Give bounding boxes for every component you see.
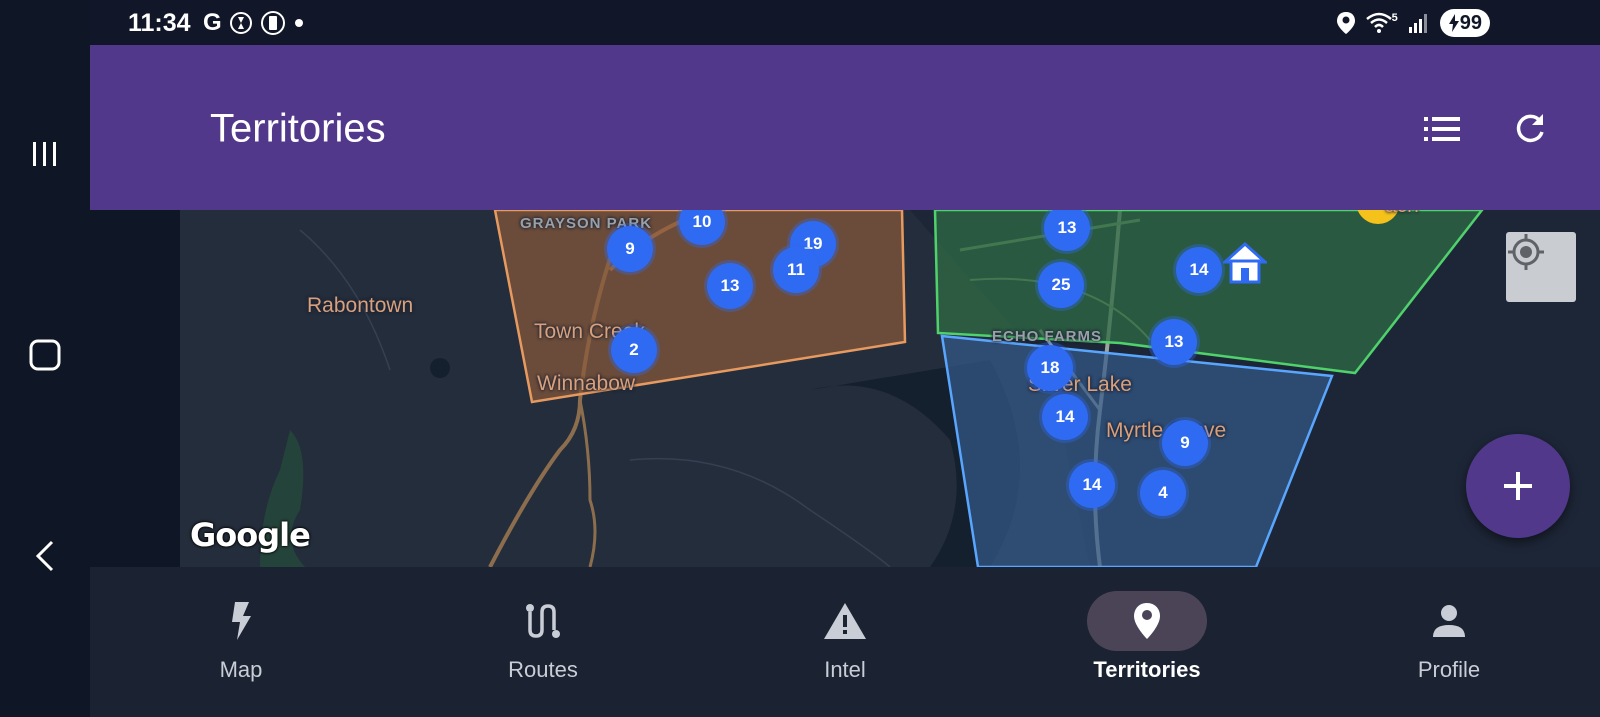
bolt-icon (232, 602, 251, 640)
battery-saver-icon (260, 11, 285, 35)
cluster-marker[interactable]: 9 (1162, 420, 1208, 466)
battery-indicator: 99 (1439, 9, 1490, 37)
list-view-button[interactable] (1416, 103, 1468, 155)
nav-item-map[interactable]: Map (90, 567, 392, 717)
plus-icon (1504, 472, 1532, 500)
map-canvas (180, 210, 1600, 567)
refresh-icon (1516, 114, 1544, 143)
my-location-button[interactable] (1506, 232, 1576, 302)
cell-signal-icon (1408, 14, 1427, 33)
nav-item-routes[interactable]: Routes (392, 567, 694, 717)
status-system-icons: 5 99 (1336, 9, 1490, 37)
crosshair-icon (1508, 234, 1544, 270)
area-label: ECHO FARMS (992, 328, 1103, 345)
cluster-marker[interactable]: 13 (707, 263, 753, 309)
place-label: Winnabow (537, 372, 636, 395)
nav-label: Routes (508, 657, 578, 682)
back-button[interactable] (0, 526, 90, 586)
cluster-marker[interactable]: 14 (1176, 247, 1222, 293)
status-notification-icons: G (203, 9, 305, 37)
recent-apps-icon (33, 142, 56, 166)
cluster-marker[interactable]: 18 (1027, 345, 1073, 391)
nav-pill (483, 591, 603, 651)
recent-apps-button[interactable] (0, 124, 90, 184)
cluster-marker[interactable]: 25 (1038, 262, 1084, 308)
location-icon (1336, 12, 1355, 34)
route-icon (526, 604, 560, 638)
add-territory-button[interactable] (1466, 434, 1570, 538)
cluster-marker[interactable]: 4 (1140, 470, 1186, 516)
battery-level: 99 (1459, 11, 1482, 34)
cluster-marker[interactable]: 9 (607, 226, 653, 272)
app-bar: Territories (90, 45, 1600, 210)
status-time: 11:34 (128, 9, 191, 37)
location-pin-icon (1134, 603, 1160, 639)
map-view[interactable]: Rabontown Town Creek Winnabow Silver Lak… (90, 210, 1600, 567)
nav-item-territories[interactable]: Territories (996, 567, 1298, 717)
google-icon: G (203, 9, 222, 36)
nav-label: Profile (1417, 657, 1481, 682)
home-marker-icon[interactable] (1223, 242, 1267, 284)
cluster-marker[interactable]: 14 (1042, 394, 1088, 440)
bottom-navigation: Map Routes Intel Territories Profile (90, 567, 1600, 717)
dot-icon (294, 19, 303, 27)
wifi-band-label: 5 (1391, 12, 1398, 24)
home-button[interactable] (0, 325, 90, 385)
timer-icon (229, 12, 252, 34)
cluster-marker[interactable]: 14 (1069, 462, 1115, 508)
nav-label: Intel (824, 657, 866, 682)
warning-icon (824, 603, 866, 639)
google-attribution: Google (190, 516, 311, 554)
system-nav-rail (0, 0, 90, 717)
nav-item-intel[interactable]: Intel (694, 567, 996, 717)
cluster-marker[interactable]: 11 (773, 247, 819, 293)
refresh-button[interactable] (1504, 103, 1556, 155)
cluster-marker[interactable]: 13 (1151, 319, 1197, 365)
person-icon (1433, 605, 1465, 637)
nav-item-profile[interactable]: Profile (1298, 567, 1600, 717)
wifi-icon: 5 (1365, 12, 1398, 34)
list-icon (1424, 117, 1460, 141)
home-square-icon (29, 339, 61, 371)
cluster-marker[interactable]: 2 (611, 327, 657, 373)
status-bar: 11:34 G 5 99 (90, 0, 1600, 45)
nav-pill (1389, 591, 1509, 651)
nav-pill (785, 591, 905, 651)
place-label: Rabontown (307, 294, 414, 317)
place-label: ach (1385, 210, 1419, 218)
nav-pill-active (1087, 591, 1207, 651)
page-title: Territories (210, 106, 386, 151)
nav-label: Map (219, 657, 263, 682)
charging-bolt-icon (1448, 14, 1459, 32)
nav-pill (181, 591, 301, 651)
nav-label: Territories (1093, 657, 1201, 682)
app-screen: 11:34 G 5 99 Territories Rabontown Town … (0, 0, 1600, 717)
back-chevron-icon (35, 540, 54, 572)
